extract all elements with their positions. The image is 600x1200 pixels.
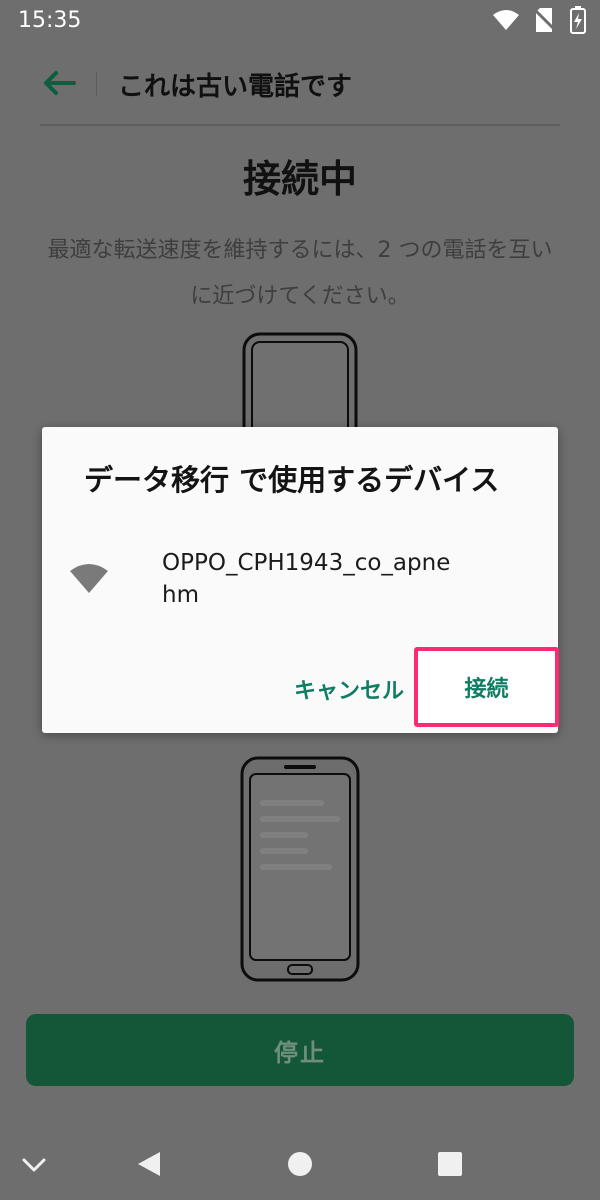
page-title: 接続中 <box>242 157 357 201</box>
wifi-status-icon <box>493 10 519 30</box>
description-text: 最適な転送速度を維持するには、2 つの電話を互いに近づけてください。 <box>47 238 553 309</box>
connect-button[interactable]: 接続 <box>414 647 559 727</box>
nav-back-icon[interactable] <box>130 1144 170 1184</box>
status-icons <box>492 6 586 34</box>
header-separator <box>40 124 560 126</box>
nav-home-icon[interactable] <box>280 1144 320 1184</box>
app-header: これは古い電話です <box>0 50 600 120</box>
no-sim-icon <box>534 7 556 33</box>
status-bar: 15:35 <box>0 0 600 40</box>
cancel-button[interactable]: キャンセル <box>294 673 404 705</box>
nav-recents-icon[interactable] <box>430 1144 470 1184</box>
back-arrow-icon[interactable] <box>40 68 80 98</box>
device-select-dialog: データ移行 で使用するデバイス OPPO_CPH1943_co_apnehm キ… <box>42 427 559 733</box>
header-title: これは古い電話です <box>118 72 353 102</box>
stop-button[interactable]: 停止 <box>26 1014 574 1086</box>
wifi-icon <box>70 564 108 593</box>
battery-charging-icon <box>570 6 586 34</box>
device-name: OPPO_CPH1943_co_apnehm <box>162 550 451 608</box>
new-phone-illustration <box>240 756 360 982</box>
header-divider <box>96 72 97 96</box>
navigation-bar <box>0 1120 600 1200</box>
dialog-title: データ移行 で使用するデバイス <box>84 463 500 497</box>
status-time: 15:35 <box>18 8 82 33</box>
nav-collapse-icon[interactable] <box>14 1144 54 1184</box>
